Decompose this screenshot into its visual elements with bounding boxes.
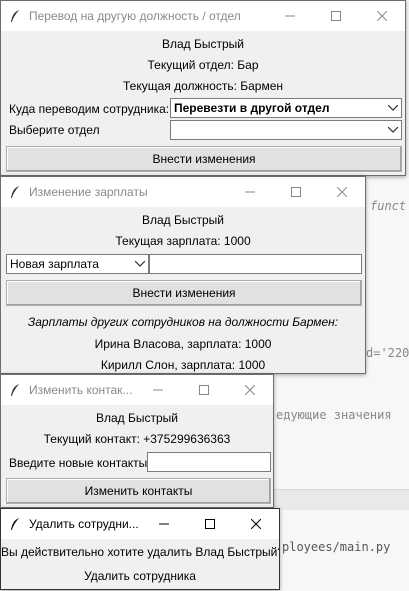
transfer-type-select[interactable]: Перевезти в другой отдел bbox=[170, 98, 402, 118]
delete-confirm-text: Вы действительно хотите удалить Влад Быс… bbox=[1, 545, 280, 559]
other-salary-item: Кирилл Слон, зарплата: 1000 bbox=[100, 358, 266, 372]
minimize-icon bbox=[285, 15, 295, 17]
ide-panel-band bbox=[270, 489, 409, 510]
maximize-button[interactable] bbox=[181, 375, 227, 405]
close-icon bbox=[251, 519, 261, 529]
minimize-icon bbox=[153, 389, 163, 391]
close-icon bbox=[337, 187, 347, 197]
salary-window-title: Изменение зарплаты bbox=[29, 185, 148, 199]
employee-name: Влад Быстрый bbox=[161, 37, 244, 51]
delete-window-title: Удалить сотрудни... bbox=[29, 517, 139, 531]
contacts-window-titlebar[interactable]: Изменить контак... bbox=[1, 375, 273, 405]
ide-code-fragment-value: d='220 bbox=[366, 346, 409, 360]
transfer-window-title: Перевод на другую должность / отдел bbox=[29, 9, 241, 23]
maximize-icon bbox=[205, 519, 215, 529]
chevron-down-icon bbox=[385, 99, 401, 117]
salary-window: Изменение зарплаты Влад Быстрый Текущая … bbox=[0, 176, 366, 374]
contacts-apply-button[interactable]: Изменить контакты bbox=[6, 478, 271, 504]
other-salary-item: Ирина Власова, зарплата: 1000 bbox=[94, 337, 272, 351]
close-button[interactable] bbox=[233, 509, 279, 539]
minimize-icon bbox=[245, 191, 255, 193]
tk-feather-icon bbox=[11, 384, 19, 396]
other-salaries-header: Зарплаты других сотрудников на должности… bbox=[27, 315, 339, 329]
employee-name: Влад Быстрый bbox=[141, 213, 224, 227]
maximize-button[interactable] bbox=[273, 177, 319, 207]
current-contact: Текущий контакт: +375299636363 bbox=[43, 432, 231, 446]
choose-department-label: Выберите отдел bbox=[9, 123, 100, 137]
maximize-icon bbox=[331, 11, 341, 21]
close-icon bbox=[377, 11, 387, 21]
salary-option-select[interactable]: Новая зарплата bbox=[6, 254, 149, 274]
tk-feather-icon bbox=[11, 518, 19, 530]
contacts-window-title: Изменить контак... bbox=[29, 383, 133, 397]
ide-code-fragment: едующие значения bbox=[276, 408, 392, 422]
ide-code-fragment: d='220 bbox=[366, 346, 409, 360]
delete-window: Удалить сотрудни... Вы действительно хот… bbox=[0, 508, 280, 590]
employee-name: Влад Быстрый bbox=[95, 411, 178, 425]
transfer-type-value: Перевезти в другой отдел bbox=[174, 101, 330, 115]
minimize-button[interactable] bbox=[141, 509, 187, 539]
transfer-apply-button[interactable]: Внести изменения bbox=[6, 146, 402, 172]
maximize-icon bbox=[199, 385, 209, 395]
department-select[interactable] bbox=[170, 120, 402, 140]
chevron-down-icon bbox=[132, 255, 148, 273]
maximize-button[interactable] bbox=[313, 1, 359, 31]
tk-feather-icon bbox=[11, 186, 19, 198]
tk-feather-icon bbox=[11, 10, 19, 22]
salary-option-value: Новая зарплата bbox=[10, 257, 99, 271]
minimize-icon bbox=[159, 523, 169, 525]
close-button[interactable] bbox=[319, 177, 365, 207]
chevron-down-icon bbox=[385, 121, 401, 139]
close-icon bbox=[245, 385, 255, 395]
new-contacts-label: Введите новые контакты bbox=[9, 456, 148, 470]
minimize-button[interactable] bbox=[135, 375, 181, 405]
delete-window-titlebar[interactable]: Удалить сотрудни... bbox=[1, 509, 279, 539]
salary-window-titlebar[interactable]: Изменение зарплаты bbox=[1, 177, 365, 207]
current-department: Текущий отдел: Бар bbox=[147, 58, 259, 72]
new-contacts-input[interactable] bbox=[147, 452, 271, 472]
new-salary-input[interactable] bbox=[149, 254, 362, 274]
current-salary: Текущая зарплата: 1000 bbox=[115, 234, 251, 248]
transfer-window: Перевод на другую должность / отдел Влад… bbox=[0, 0, 406, 176]
transfer-window-titlebar[interactable]: Перевод на другую должность / отдел bbox=[1, 1, 405, 31]
delete-employee-button[interactable]: Удалить сотрудника bbox=[1, 564, 279, 588]
minimize-button[interactable] bbox=[227, 177, 273, 207]
close-button[interactable] bbox=[227, 375, 273, 405]
contacts-window: Изменить контак... Влад Быстрый Текущий … bbox=[0, 374, 274, 508]
salary-apply-button[interactable]: Внести изменения bbox=[6, 280, 362, 306]
current-position: Текущая должность: Бармен bbox=[122, 79, 284, 93]
transfer-label: Куда переводим сотрудника: bbox=[9, 102, 170, 116]
minimize-button[interactable] bbox=[267, 1, 313, 31]
ide-file-path: ployees/main.py bbox=[282, 540, 391, 554]
maximize-icon bbox=[291, 187, 301, 197]
ide-code-fragment: funct bbox=[370, 199, 407, 213]
maximize-button[interactable] bbox=[187, 509, 233, 539]
close-button[interactable] bbox=[359, 1, 405, 31]
